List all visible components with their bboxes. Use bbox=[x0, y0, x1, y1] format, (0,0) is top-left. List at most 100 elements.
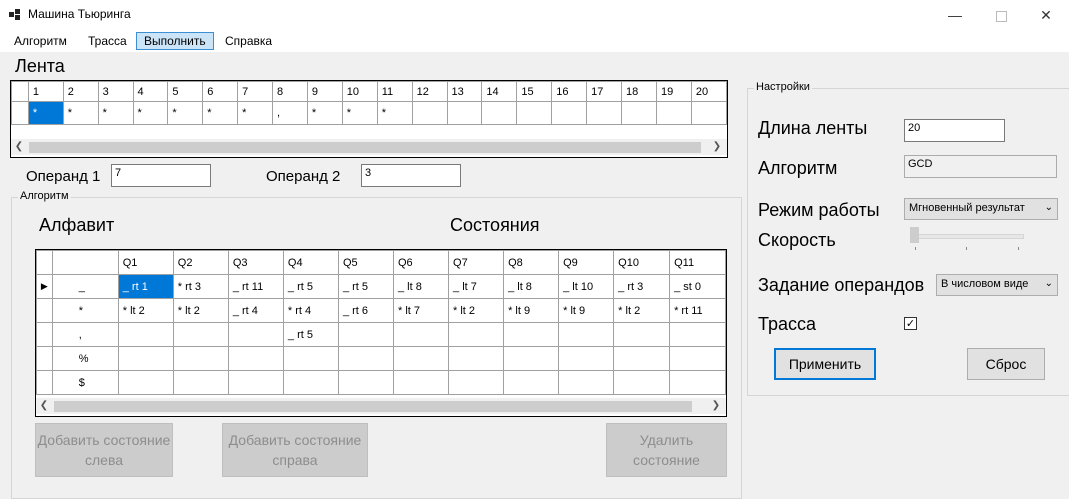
menu-trace[interactable]: Трасса bbox=[81, 32, 134, 50]
state-column-header[interactable]: Q1 bbox=[117, 250, 174, 275]
transition-cell[interactable] bbox=[117, 322, 174, 347]
transition-cell[interactable]: _ lt 8 bbox=[392, 274, 450, 299]
scroll-right-icon[interactable]: ❯ bbox=[709, 139, 725, 155]
operand-input-select[interactable]: В числовом виде ⌄ bbox=[936, 274, 1058, 296]
transition-cell[interactable]: * lt 7 bbox=[392, 298, 450, 323]
add-state-left-button[interactable]: Добавить состояние слева bbox=[35, 423, 173, 477]
scroll-right-icon[interactable]: ❯ bbox=[708, 398, 724, 414]
transition-cell[interactable]: * lt 2 bbox=[613, 298, 671, 323]
tape-cell[interactable] bbox=[655, 101, 692, 125]
transition-cell[interactable] bbox=[448, 370, 505, 395]
maximize-icon[interactable] bbox=[978, 0, 1024, 30]
transition-cell[interactable] bbox=[558, 322, 615, 347]
tape-cell[interactable] bbox=[481, 101, 518, 125]
transition-cell[interactable]: * rt 4 bbox=[282, 298, 339, 323]
transition-cell[interactable]: * lt 9 bbox=[503, 298, 560, 323]
tape-cell[interactable] bbox=[621, 101, 657, 125]
tape-cell[interactable]: * bbox=[27, 101, 64, 125]
transition-cell[interactable] bbox=[392, 346, 450, 371]
tape-cell[interactable]: * bbox=[237, 101, 274, 125]
transition-cell[interactable]: * lt 9 bbox=[558, 298, 615, 323]
scroll-thumb[interactable] bbox=[54, 401, 692, 412]
transition-cell[interactable]: _ lt 8 bbox=[503, 274, 560, 299]
state-column-header[interactable]: Q8 bbox=[503, 250, 560, 275]
transition-cell[interactable] bbox=[558, 346, 615, 371]
menu-run[interactable]: Выполнить bbox=[136, 32, 214, 50]
transition-cell[interactable] bbox=[558, 370, 615, 395]
transition-cell[interactable] bbox=[282, 346, 339, 371]
add-state-right-button[interactable]: Добавить состояние справа bbox=[222, 423, 368, 477]
transition-grid[interactable]: Q1 Q2 Q3 Q4 Q5 Q6 Q7 Q8 Q9 Q10 Q11 ▶ _ _ rt 1 * rt 3 _ … bbox=[35, 249, 727, 417]
tape-cell[interactable] bbox=[551, 101, 588, 125]
transition-cell[interactable]: _ lt 10 bbox=[558, 274, 615, 299]
state-column-header[interactable]: Q3 bbox=[227, 250, 284, 275]
tape-cell[interactable]: * bbox=[97, 101, 134, 125]
state-column-header[interactable]: Q2 bbox=[172, 250, 229, 275]
transition-cell[interactable] bbox=[227, 346, 284, 371]
transition-cell[interactable] bbox=[172, 322, 229, 347]
close-icon[interactable]: ✕ bbox=[1023, 0, 1069, 30]
transition-cell[interactable]: * lt 2 bbox=[117, 298, 174, 323]
scroll-thumb[interactable] bbox=[29, 142, 701, 153]
transition-cell[interactable] bbox=[503, 322, 560, 347]
tape-cell[interactable]: * bbox=[132, 101, 169, 125]
transition-cell[interactable]: _ lt 7 bbox=[448, 274, 505, 299]
transition-cell[interactable]: * rt 3 bbox=[172, 274, 229, 299]
state-column-header[interactable]: Q6 bbox=[392, 250, 450, 275]
transition-cell[interactable]: * lt 2 bbox=[172, 298, 229, 323]
tape-grid[interactable]: 1 2 3 4 5 6 7 8 9 10 11 12 13 14 15 16 17 18 19 20 * * * * * * *,… bbox=[10, 80, 728, 158]
row-selector[interactable] bbox=[36, 298, 53, 323]
transition-cell[interactable] bbox=[337, 322, 394, 347]
menu-help[interactable]: Справка bbox=[218, 32, 279, 50]
operand1-input[interactable]: 7 bbox=[111, 164, 211, 187]
transition-cell[interactable] bbox=[448, 322, 505, 347]
transition-cell[interactable] bbox=[227, 322, 284, 347]
transition-cell[interactable] bbox=[669, 370, 726, 395]
transition-cell[interactable] bbox=[669, 346, 726, 371]
scroll-left-icon[interactable]: ❮ bbox=[11, 139, 27, 155]
tape-cell[interactable] bbox=[516, 101, 553, 125]
tape-cell[interactable]: * bbox=[202, 101, 239, 125]
reset-button[interactable]: Сброс bbox=[967, 348, 1045, 380]
transition-cell[interactable]: _ rt 4 bbox=[227, 298, 284, 323]
transition-cell[interactable]: _ rt 11 bbox=[227, 274, 284, 299]
tape-cell[interactable]: * bbox=[62, 101, 99, 125]
transition-cell[interactable] bbox=[282, 370, 339, 395]
state-column-header[interactable]: Q9 bbox=[558, 250, 615, 275]
slider-thumb[interactable] bbox=[910, 227, 919, 243]
apply-button[interactable]: Применить bbox=[774, 348, 876, 380]
transition-cell[interactable]: _ rt 6 bbox=[337, 298, 394, 323]
tape-cell[interactable] bbox=[586, 101, 623, 125]
tape-scrollbar[interactable]: ❮ ❯ bbox=[11, 139, 727, 155]
state-column-header[interactable]: Q11 bbox=[669, 250, 726, 275]
transition-cell[interactable]: * lt 2 bbox=[448, 298, 505, 323]
transition-cell[interactable]: * rt 11 bbox=[669, 298, 726, 323]
operand2-input[interactable]: 3 bbox=[361, 164, 461, 187]
tape-length-input[interactable]: 20 bbox=[904, 119, 1005, 142]
state-column-header[interactable]: Q5 bbox=[337, 250, 394, 275]
transition-cell[interactable] bbox=[172, 370, 229, 395]
tape-cell[interactable]: * bbox=[341, 101, 378, 125]
transition-cell[interactable] bbox=[392, 322, 450, 347]
transition-cell[interactable] bbox=[448, 346, 505, 371]
state-column-header[interactable]: Q7 bbox=[448, 250, 505, 275]
speed-slider[interactable] bbox=[910, 227, 1024, 251]
tape-cell[interactable] bbox=[446, 101, 483, 125]
tape-cell[interactable] bbox=[690, 101, 727, 125]
grid-scrollbar[interactable]: ❮ ❯ bbox=[36, 398, 726, 414]
transition-cell[interactable] bbox=[503, 346, 560, 371]
row-selector[interactable] bbox=[36, 322, 53, 347]
transition-cell[interactable] bbox=[669, 322, 726, 347]
trace-checkbox[interactable]: ✓ bbox=[904, 317, 917, 330]
transition-cell[interactable]: _ rt 5 bbox=[282, 274, 339, 299]
mode-select[interactable]: Мгновенный результат ⌄ bbox=[904, 198, 1058, 220]
transition-cell[interactable] bbox=[337, 346, 394, 371]
transition-cell[interactable]: _ rt 1 bbox=[117, 274, 174, 299]
transition-cell[interactable]: _ st 0 bbox=[669, 274, 726, 299]
transition-cell[interactable] bbox=[503, 370, 560, 395]
state-column-header[interactable]: Q4 bbox=[282, 250, 339, 275]
state-column-header[interactable]: Q10 bbox=[613, 250, 671, 275]
row-selector[interactable] bbox=[36, 346, 53, 371]
transition-cell[interactable] bbox=[337, 370, 394, 395]
tape-cell[interactable]: * bbox=[167, 101, 204, 125]
